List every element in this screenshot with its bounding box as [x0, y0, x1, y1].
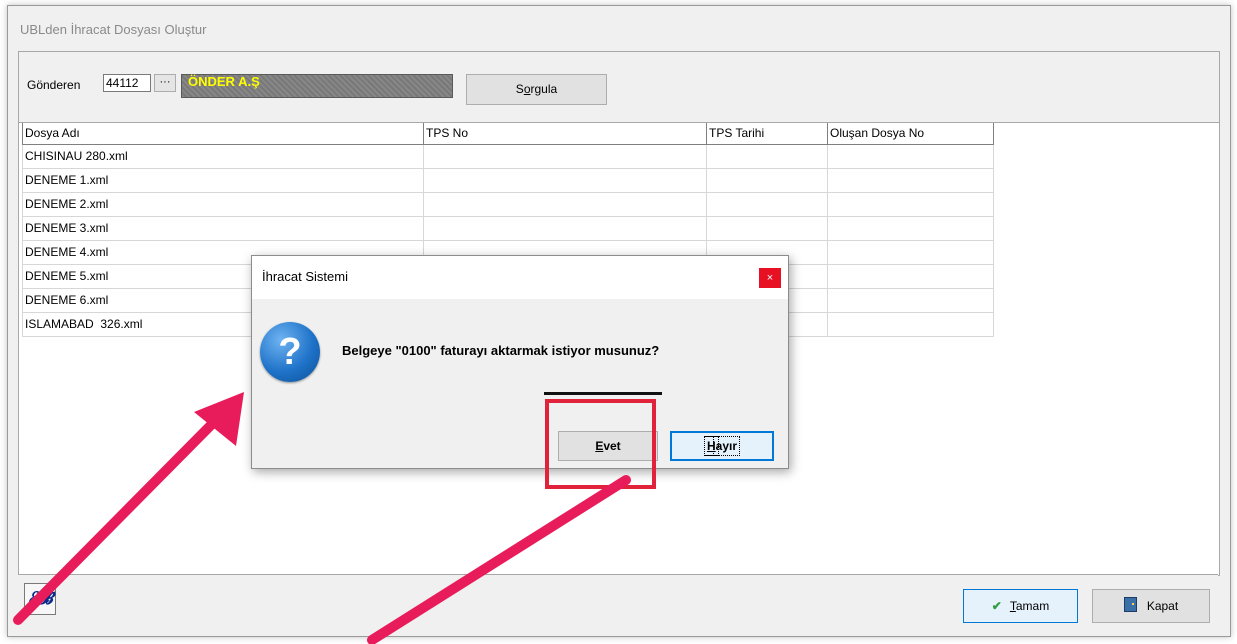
cell-tps-date[interactable]	[706, 143, 828, 169]
ok-button-label: Tamam	[1009, 599, 1050, 613]
dialog-message: Belgeye "0100" faturayı aktarmak istiyor…	[342, 343, 660, 358]
cell-output-file-no[interactable]	[827, 263, 994, 289]
confirm-dialog: İhracat Sistemi × ? Belgeye "0100" fatur…	[251, 255, 789, 469]
cell-output-file-no[interactable]	[827, 311, 994, 337]
footer-bar: ℰ𝓑 ✔ Tamam Kapat	[18, 574, 1218, 631]
eb-logo-icon: ℰ𝓑	[27, 589, 53, 609]
cell-output-file-no[interactable]	[827, 191, 994, 217]
column-header-tps-no[interactable]: TPS No	[423, 123, 707, 145]
ok-button[interactable]: ✔ Tamam	[963, 589, 1078, 623]
annotation-highlight-box	[545, 399, 656, 489]
dialog-titlebar[interactable]: İhracat Sistemi ×	[252, 256, 788, 299]
cell-tps-no[interactable]	[423, 143, 707, 169]
sender-code-input[interactable]: 44112	[103, 74, 151, 92]
cell-file-name[interactable]: DENEME 1.xml	[22, 167, 424, 193]
focus-underline	[544, 392, 662, 395]
cell-tps-no[interactable]	[423, 191, 707, 217]
column-header-tps-date[interactable]: TPS Tarihi	[706, 123, 828, 145]
no-button[interactable]: Hayır	[670, 431, 774, 461]
sender-label: Gönderen	[27, 78, 81, 92]
cell-tps-no[interactable]	[423, 167, 707, 193]
table-row[interactable]: DENEME 3.xml	[22, 215, 994, 241]
cell-output-file-no[interactable]	[827, 215, 994, 241]
cell-output-file-no[interactable]	[827, 287, 994, 313]
no-button-label: Hayır	[703, 436, 741, 456]
column-header-output-file-no[interactable]: Oluşan Dosya No	[827, 123, 994, 145]
column-header-file-name[interactable]: Dosya Adı	[22, 123, 424, 145]
door-exit-icon	[1123, 597, 1137, 612]
close-button-label: Kapat	[1146, 599, 1179, 613]
cell-tps-date[interactable]	[706, 215, 828, 241]
query-button-label: Sorgula	[515, 82, 558, 96]
table-row[interactable]: DENEME 1.xml	[22, 167, 994, 193]
table-row[interactable]: DENEME 2.xml	[22, 191, 994, 217]
cell-file-name[interactable]: DENEME 3.xml	[22, 215, 424, 241]
sender-name-field: ÖNDER A.Ş	[181, 74, 453, 98]
sender-lookup-button[interactable]: ···	[154, 74, 176, 92]
cell-output-file-no[interactable]	[827, 167, 994, 193]
table-header-row: Dosya Adı TPS No TPS Tarihi Oluşan Dosya…	[22, 123, 994, 145]
table-row[interactable]: CHISINAU 280.xml	[22, 143, 994, 169]
cell-output-file-no[interactable]	[827, 239, 994, 265]
cell-tps-date[interactable]	[706, 191, 828, 217]
check-icon: ✔	[991, 599, 1002, 613]
cell-output-file-no[interactable]	[827, 143, 994, 169]
dialog-title: İhracat Sistemi	[262, 269, 348, 284]
window-title: UBLden İhracat Dosyası Oluştur	[20, 22, 207, 37]
cell-file-name[interactable]: DENEME 2.xml	[22, 191, 424, 217]
filter-panel: Gönderen 44112 ··· ÖNDER A.Ş Sorgula	[18, 51, 1220, 123]
close-button[interactable]: Kapat	[1092, 589, 1210, 623]
close-icon: ×	[766, 272, 774, 284]
query-button[interactable]: Sorgula	[466, 74, 607, 105]
eb-logo-button[interactable]: ℰ𝓑	[24, 583, 56, 615]
cell-tps-no[interactable]	[423, 215, 707, 241]
window-titlebar: UBLden İhracat Dosyası Oluştur	[8, 6, 1230, 46]
cell-tps-date[interactable]	[706, 167, 828, 193]
cell-file-name[interactable]: CHISINAU 280.xml	[22, 143, 424, 169]
dialog-close-button[interactable]: ×	[759, 268, 781, 288]
question-icon: ?	[260, 322, 320, 382]
